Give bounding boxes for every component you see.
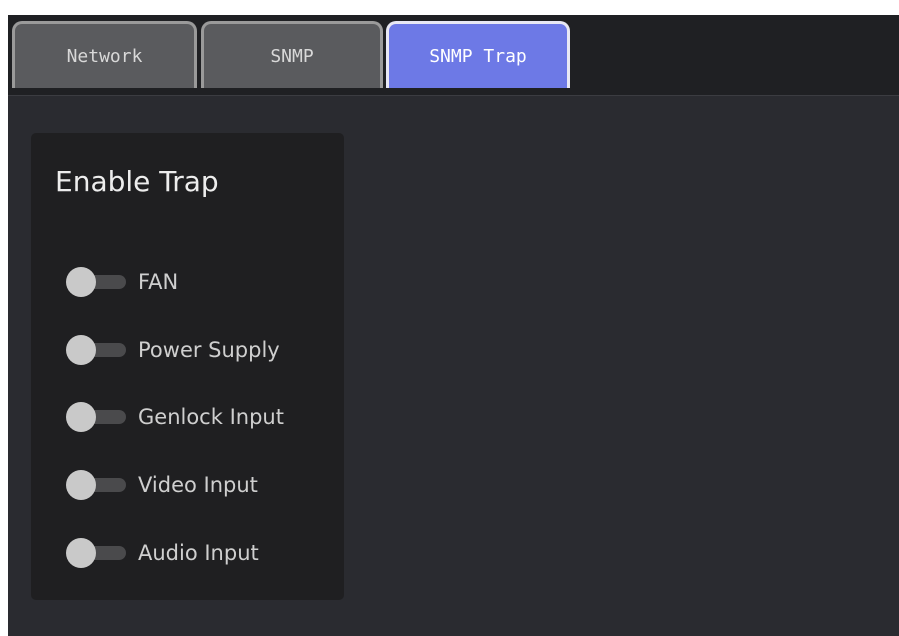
audio-input-switch[interactable] <box>66 536 126 570</box>
fan-switch[interactable] <box>66 265 126 299</box>
panel-title: Enable Trap <box>55 165 219 198</box>
genlock-input-switch[interactable] <box>66 400 126 434</box>
audio-input-label: Audio Input <box>138 541 259 565</box>
tab-network[interactable]: Network <box>12 21 197 88</box>
app-window: Network SNMP SNMP Trap Enable Trap FAN P… <box>8 15 899 636</box>
switch-knob <box>66 402 96 432</box>
switch-knob <box>66 267 96 297</box>
tab-snmp-trap[interactable]: SNMP Trap <box>386 21 570 88</box>
video-input-switch[interactable] <box>66 468 126 502</box>
fan-toggle[interactable]: FAN <box>66 265 336 299</box>
video-input-label: Video Input <box>138 473 258 497</box>
audio-input-toggle[interactable]: Audio Input <box>66 536 336 570</box>
enable-trap-panel: Enable Trap FAN Power Supply Genlock Inp… <box>31 133 344 600</box>
switch-knob <box>66 335 96 365</box>
tab-network-label: Network <box>66 45 143 67</box>
tab-snmp[interactable]: SNMP <box>201 21 383 88</box>
switch-knob <box>66 538 96 568</box>
power-supply-toggle[interactable]: Power Supply <box>66 333 336 367</box>
power-supply-label: Power Supply <box>138 338 280 362</box>
fan-label: FAN <box>138 270 179 294</box>
video-input-toggle[interactable]: Video Input <box>66 468 336 502</box>
page-frame: Network SNMP SNMP Trap Enable Trap FAN P… <box>0 0 899 636</box>
power-supply-switch[interactable] <box>66 333 126 367</box>
tab-bar: Network SNMP SNMP Trap <box>8 15 899 96</box>
genlock-input-toggle[interactable]: Genlock Input <box>66 400 336 434</box>
switch-knob <box>66 470 96 500</box>
tab-snmp-trap-label: SNMP Trap <box>429 45 527 67</box>
tab-snmp-label: SNMP <box>270 45 314 67</box>
genlock-input-label: Genlock Input <box>138 405 284 429</box>
